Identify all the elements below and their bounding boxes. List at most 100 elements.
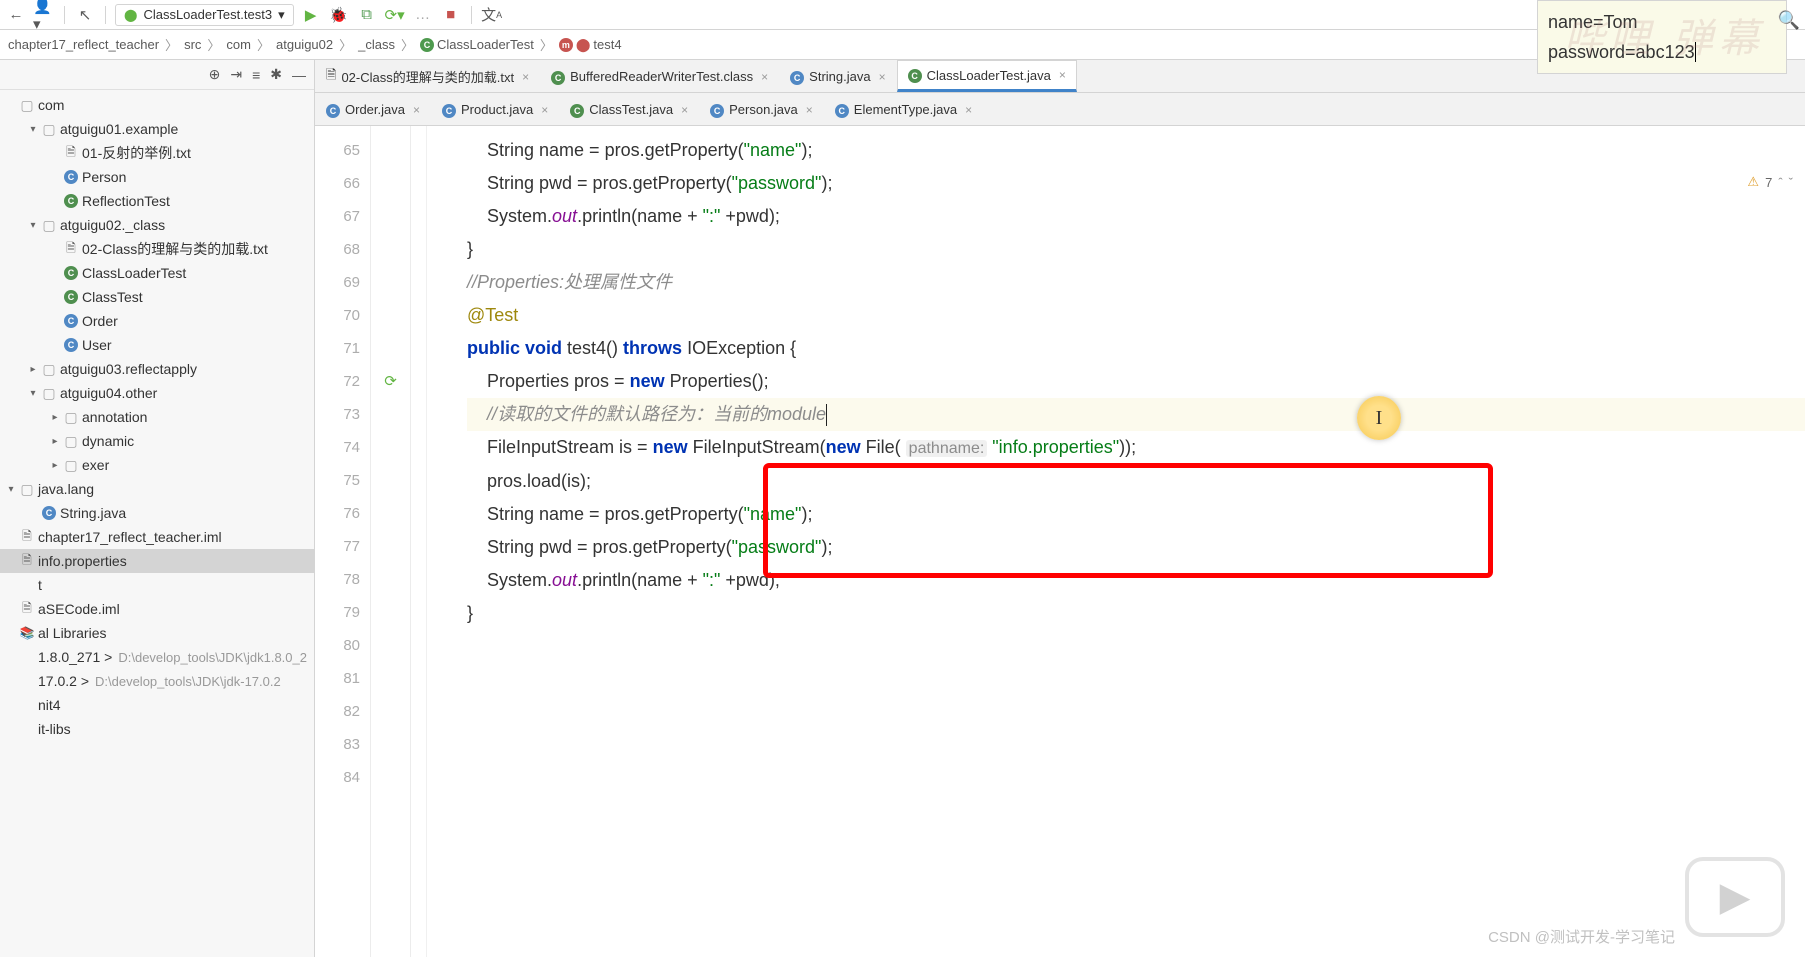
close-icon[interactable]: × — [681, 103, 688, 117]
profile-icon[interactable]: ⟳▾ — [384, 4, 406, 26]
tree-node[interactable]: CClassTest — [0, 285, 314, 309]
tree-node[interactable]: ▾▢java.lang — [0, 477, 314, 501]
project-tree[interactable]: ▢com▾▢atguigu01.example🗎01-反射的举例.txtCPer… — [0, 90, 314, 957]
settings-icon[interactable]: ✱ — [270, 66, 282, 83]
tree-node[interactable]: CPerson — [0, 165, 314, 189]
chevron-icon[interactable]: ▸ — [26, 364, 40, 375]
undo-icon[interactable]: ↖ — [74, 4, 96, 26]
close-icon[interactable]: × — [761, 70, 768, 84]
back-icon[interactable]: ← — [5, 4, 27, 26]
breadcrumb-item[interactable]: _class — [358, 37, 395, 52]
tree-node[interactable]: 🗎info.properties — [0, 549, 314, 573]
cursor-pointer-overlay: I — [1357, 396, 1401, 440]
tree-node[interactable]: ▾▢atguigu01.example — [0, 117, 314, 141]
translate-icon[interactable]: 文A — [481, 4, 503, 26]
editor-tab[interactable]: CBufferedReaderWriterTest.class× — [540, 60, 779, 92]
code-line[interactable]: FileInputStream is = new FileInputStream… — [467, 431, 1805, 465]
close-icon[interactable]: × — [1059, 68, 1066, 82]
code-line[interactable]: String name = pros.getProperty("name"); — [467, 498, 1805, 531]
code-line[interactable]: public void test4() throws IOException { — [467, 332, 1805, 365]
chevron-icon[interactable]: ▸ — [48, 412, 62, 423]
tree-node[interactable]: nit4 — [0, 693, 314, 717]
editor-tab[interactable]: 🗎02-Class的理解与类的加载.txt× — [315, 60, 540, 92]
breadcrumb-item[interactable]: chapter17_reflect_teacher — [8, 37, 159, 52]
tree-node[interactable]: ▸▢annotation — [0, 405, 314, 429]
debug-icon[interactable]: 🐞 — [328, 4, 350, 26]
tree-node[interactable]: 🗎01-反射的举例.txt — [0, 141, 314, 165]
close-icon[interactable]: × — [541, 103, 548, 117]
tree-node[interactable]: ▸▢exer — [0, 453, 314, 477]
tree-node[interactable]: 17.0.2 >D:\develop_tools\JDK\jdk-17.0.2 — [0, 669, 314, 693]
tree-node[interactable]: 🗎02-Class的理解与类的加载.txt — [0, 237, 314, 261]
tree-node[interactable]: COrder — [0, 309, 314, 333]
code-content[interactable]: String name = pros.getProperty("name"); … — [427, 126, 1805, 957]
inspection-badges[interactable]: ⚠ 7 ˆ ˇ — [1747, 174, 1793, 190]
prev-icon[interactable]: ˆ — [1778, 175, 1782, 190]
editor-tab[interactable]: CElementType.java× — [824, 93, 983, 125]
breadcrumb-item[interactable]: m⬤ test4 — [559, 37, 622, 53]
close-icon[interactable]: × — [965, 103, 972, 117]
run-icon[interactable]: ▶ — [300, 4, 322, 26]
search-icon[interactable]: 🔍 — [1778, 5, 1800, 35]
chevron-icon[interactable]: ▾ — [26, 220, 40, 231]
editor-tab[interactable]: COrder.java× — [315, 93, 431, 125]
breadcrumb-item[interactable]: src — [184, 37, 201, 52]
tree-node[interactable]: 🗎aSECode.iml — [0, 597, 314, 621]
editor-tab[interactable]: CString.java× — [779, 60, 896, 92]
code-line[interactable]: //Properties:处理属性文件 — [467, 266, 1805, 299]
tree-node[interactable]: 📚al Libraries — [0, 621, 314, 645]
tree-node[interactable]: 1.8.0_271 >D:\develop_tools\JDK\jdk1.8.0… — [0, 645, 314, 669]
code-line[interactable]: String pwd = pros.getProperty("password"… — [467, 167, 1805, 200]
close-icon[interactable]: × — [879, 70, 886, 84]
collapse-icon[interactable]: ⇥ — [230, 66, 242, 83]
code-line[interactable]: Properties pros = new Properties(); — [467, 365, 1805, 398]
breadcrumb-item[interactable]: CClassLoaderTest — [420, 37, 534, 52]
tree-node[interactable]: CString.java — [0, 501, 314, 525]
tree-node[interactable]: ▸▢atguigu03.reflectapply — [0, 357, 314, 381]
chevron-icon[interactable]: ▾ — [4, 484, 18, 495]
chevron-icon[interactable]: ▾ — [26, 124, 40, 135]
editor-tab[interactable]: CPerson.java× — [699, 93, 824, 125]
close-icon[interactable]: × — [413, 103, 420, 117]
editor-tab[interactable]: CClassLoaderTest.java× — [897, 60, 1077, 92]
tree-node[interactable]: CClassLoaderTest — [0, 261, 314, 285]
close-icon[interactable]: × — [806, 103, 813, 117]
locate-icon[interactable]: ⊕ — [209, 66, 221, 83]
chevron-icon[interactable]: ▸ — [48, 436, 62, 447]
tree-node[interactable]: CReflectionTest — [0, 189, 314, 213]
code-line[interactable]: } — [467, 233, 1805, 266]
tree-node[interactable]: ▢com — [0, 93, 314, 117]
code-line[interactable]: System.out.println(name + ":" +pwd); — [467, 564, 1805, 597]
breadcrumb-item[interactable]: com — [226, 37, 251, 52]
tree-node[interactable]: ▾▢atguigu02._class — [0, 213, 314, 237]
stop-icon[interactable]: ■ — [440, 4, 462, 26]
code-line[interactable]: System.out.println(name + ":" +pwd); — [467, 200, 1805, 233]
code-line[interactable]: String pwd = pros.getProperty("password"… — [467, 531, 1805, 564]
editor-tab[interactable]: CClassTest.java× — [559, 93, 699, 125]
tree-node[interactable]: ▸▢dynamic — [0, 429, 314, 453]
expand-icon[interactable]: ≡ — [252, 67, 260, 83]
attach-icon[interactable]: … — [412, 4, 434, 26]
tree-node[interactable]: ▾▢atguigu04.other — [0, 381, 314, 405]
tree-node[interactable]: t — [0, 573, 314, 597]
code-line[interactable]: } — [467, 597, 1805, 630]
user-icon[interactable]: 👤▾ — [33, 4, 55, 26]
editor-tab[interactable]: CProduct.java× — [431, 93, 559, 125]
code-line[interactable]: String name = pros.getProperty("name"); — [467, 134, 1805, 167]
run-config-dropdown[interactable]: ⬤ ClassLoaderTest.test3 ▾ — [115, 4, 294, 26]
tree-node[interactable]: it-libs — [0, 717, 314, 741]
class-icon: C — [40, 506, 58, 520]
code-line[interactable]: pros.load(is); — [467, 465, 1805, 498]
chevron-icon[interactable]: ▸ — [48, 460, 62, 471]
next-icon[interactable]: ˇ — [1789, 175, 1793, 190]
chevron-icon[interactable]: ▾ — [26, 388, 40, 399]
tree-node[interactable]: CUser — [0, 333, 314, 357]
run-gutter-icon[interactable]: ⟳ — [384, 373, 397, 390]
tree-node[interactable]: 🗎chapter17_reflect_teacher.iml — [0, 525, 314, 549]
hide-icon[interactable]: — — [292, 67, 306, 83]
coverage-icon[interactable]: ⧉ — [356, 4, 378, 26]
close-icon[interactable]: × — [522, 70, 529, 84]
breadcrumb-item[interactable]: atguigu02 — [276, 37, 333, 52]
code-line[interactable]: @Test — [467, 299, 1805, 332]
code-line[interactable]: //读取的文件的默认路径为：当前的module — [467, 398, 1805, 431]
